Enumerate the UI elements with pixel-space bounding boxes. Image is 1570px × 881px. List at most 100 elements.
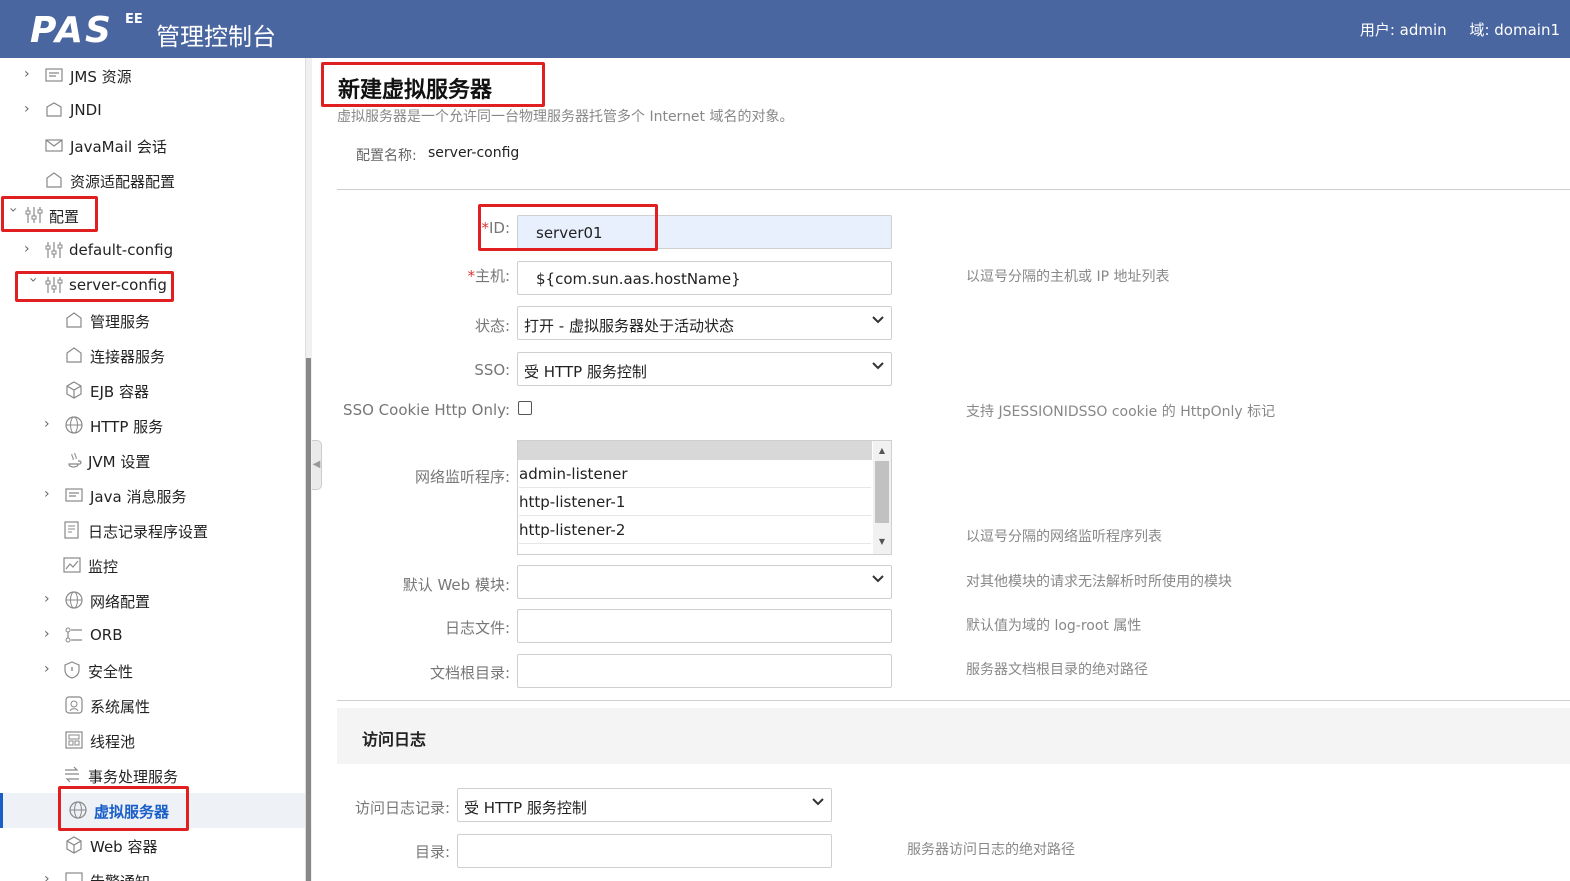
tree-item-security[interactable]: › 安全性 xyxy=(0,653,305,688)
chevron-right-icon[interactable]: › xyxy=(24,101,38,117)
listener-option[interactable]: http-listener-2 xyxy=(519,516,871,544)
tree-item-label: 日志记录程序设置 xyxy=(88,523,209,541)
transaction-icon xyxy=(62,765,82,785)
tree-item-label: JMS 资源 xyxy=(70,68,132,86)
tree-item-label: 资源适配器配置 xyxy=(70,173,176,191)
listener-option[interactable]: http-listener-1 xyxy=(519,488,871,516)
default-web-module-select[interactable] xyxy=(517,565,892,599)
chevron-right-icon[interactable]: › xyxy=(44,591,58,607)
adapter-icon xyxy=(44,170,64,190)
http-icon xyxy=(68,800,88,820)
tree-item-monitoring[interactable]: 监控 xyxy=(0,548,305,583)
default-web-module-hint: 对其他模块的请求无法解析时所使用的模块 xyxy=(966,574,1232,590)
tree-item-connector-service[interactable]: 连接器服务 xyxy=(0,338,305,373)
tree-item-jvm-settings[interactable]: JVM 设置 xyxy=(0,443,305,478)
tree-item-web-container[interactable]: Web 容器 xyxy=(0,828,305,863)
tree-item-label: 网络配置 xyxy=(90,593,151,611)
listeners-listbox[interactable]: admin-listener http-listener-1 http-list… xyxy=(517,440,892,555)
tree-item-alert-notification[interactable]: › 告警通知 xyxy=(0,863,305,881)
tree-item-server-config[interactable]: › server-config xyxy=(0,268,305,303)
config-icon xyxy=(44,275,64,295)
listener-option[interactable]: admin-listener xyxy=(519,460,871,488)
sso-cookie-checkbox[interactable] xyxy=(518,401,532,415)
tree-item-ejb-container[interactable]: EJB 容器 xyxy=(0,373,305,408)
mail-icon xyxy=(44,135,64,155)
chevron-right-icon[interactable]: › xyxy=(44,661,58,677)
service-icon xyxy=(64,310,84,330)
chevron-right-icon[interactable]: › xyxy=(44,871,58,881)
chevron-right-icon[interactable]: › xyxy=(44,486,58,502)
chevron-down-icon[interactable]: › xyxy=(25,277,41,291)
tree-item-label: EJB 容器 xyxy=(90,383,149,401)
tree-item-label: Java 消息服务 xyxy=(90,488,187,506)
tree-item-jndi[interactable]: › JNDI xyxy=(0,93,305,128)
top-header: PAS EE 管理控制台 用户: admin 域: domain1 xyxy=(0,0,1570,58)
tree-item-virtual-servers[interactable]: 虚拟服务器 xyxy=(0,793,305,828)
chevron-right-icon[interactable]: › xyxy=(44,416,58,432)
divider xyxy=(337,700,1570,701)
shield-icon xyxy=(62,660,82,680)
chevron-down-icon[interactable]: › xyxy=(5,207,21,221)
user-info: 用户: admin 域: domain1 xyxy=(1342,19,1560,40)
state-select[interactable]: 打开 - 虚拟服务器处于活动状态 xyxy=(517,306,892,340)
scroll-up-icon[interactable]: ▲ xyxy=(876,446,888,455)
logo: PAS xyxy=(30,10,113,51)
tree-item-jms-resources[interactable]: › JMS 资源 xyxy=(0,58,305,93)
tree-item-configurations[interactable]: › 配置 xyxy=(0,198,305,233)
tree-item-resource-adapter[interactable]: 资源适配器配置 xyxy=(0,163,305,198)
tree-item-label: JVM 设置 xyxy=(88,453,151,471)
sso-select[interactable]: 受 HTTP 服务控制 xyxy=(517,352,892,386)
chevron-right-icon[interactable]: › xyxy=(24,66,38,82)
tree-item-logger-settings[interactable]: 日志记录程序设置 xyxy=(0,513,305,548)
docroot-hint: 服务器文档根目录的绝对路径 xyxy=(966,662,1148,678)
access-log-directory-hint: 服务器访问日志的绝对路径 xyxy=(907,842,1075,858)
required-marker: * xyxy=(467,267,475,285)
tree-item-label: 线程池 xyxy=(90,733,136,751)
chevron-right-icon[interactable]: › xyxy=(44,626,58,642)
listeners-hint: 以逗号分隔的网络监听程序列表 xyxy=(966,529,1162,545)
properties-icon xyxy=(64,695,84,715)
threadpool-icon xyxy=(64,730,84,750)
log-file-label: 日志文件: xyxy=(444,619,510,637)
page-title: 新建虚拟服务器 xyxy=(338,78,493,103)
listbox-scrollbar-thumb[interactable] xyxy=(875,461,889,523)
access-log-directory-input[interactable] xyxy=(457,834,832,868)
tree-item-default-config[interactable]: › default-config xyxy=(0,233,305,268)
tree-item-http-service[interactable]: › HTTP 服务 xyxy=(0,408,305,443)
domain-label[interactable]: 域: domain1 xyxy=(1469,21,1560,39)
alert-icon xyxy=(64,870,84,881)
listbox-header xyxy=(518,441,872,460)
id-input[interactable]: server01 xyxy=(517,215,892,249)
log-file-input[interactable] xyxy=(517,609,892,643)
tree-item-label: 事务处理服务 xyxy=(88,768,179,786)
listeners-label: 网络监听程序: xyxy=(414,468,510,486)
access-log-directory-label: 目录: xyxy=(414,843,450,861)
chevron-right-icon[interactable]: › xyxy=(24,241,38,257)
state-selected-value: 打开 - 虚拟服务器处于活动状态 xyxy=(524,317,734,335)
user-label[interactable]: 用户: admin xyxy=(1360,21,1447,39)
required-marker: * xyxy=(481,219,489,237)
tree-item-label: 管理服务 xyxy=(90,313,151,331)
scroll-down-icon[interactable]: ▼ xyxy=(876,537,888,546)
tree-item-orb[interactable]: › ORB xyxy=(0,618,305,653)
jms-icon xyxy=(64,485,84,505)
tree-item-label: 告警通知 xyxy=(90,871,150,881)
tree-item-system-properties[interactable]: 系统属性 xyxy=(0,688,305,723)
jms-icon xyxy=(44,65,64,85)
access-logging-value: 受 HTTP 服务控制 xyxy=(464,799,587,817)
tree-item-label: 监控 xyxy=(88,558,119,576)
tree-item-admin-service[interactable]: 管理服务 xyxy=(0,303,305,338)
log-file-hint: 默认值为域的 log-root 属性 xyxy=(966,618,1142,634)
collapse-sidebar-handle[interactable]: ◀ xyxy=(312,440,322,490)
access-logging-select[interactable]: 受 HTTP 服务控制 xyxy=(457,788,832,822)
tree-item-transaction-service[interactable]: 事务处理服务 xyxy=(0,758,305,793)
host-input[interactable]: ${com.sun.aas.hostName} xyxy=(517,261,892,295)
tree-item-javamail[interactable]: JavaMail 会话 xyxy=(0,128,305,163)
tree-item-thread-pools[interactable]: 线程池 xyxy=(0,723,305,758)
tree-item-java-message-service[interactable]: › Java 消息服务 xyxy=(0,478,305,513)
tree-item-network-config[interactable]: › 网络配置 xyxy=(0,583,305,618)
id-label: *ID: xyxy=(481,219,510,237)
docroot-input[interactable] xyxy=(517,654,892,688)
app-title: 管理控制台 xyxy=(156,23,276,51)
sidebar-scrollbar-thumb[interactable] xyxy=(306,358,311,881)
